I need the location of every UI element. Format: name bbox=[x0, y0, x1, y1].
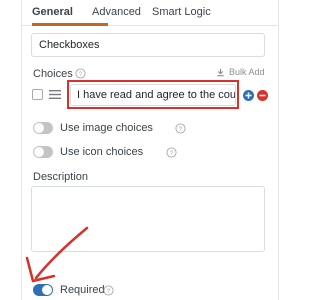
bulk-add-button[interactable]: Bulk Add bbox=[216, 67, 265, 77]
svg-text:?: ? bbox=[107, 288, 111, 295]
remove-choice-button[interactable] bbox=[257, 90, 268, 101]
image-choices-toggle[interactable] bbox=[33, 122, 53, 134]
bulk-add-label: Bulk Add bbox=[229, 67, 265, 77]
field-options-tabs: General Advanced Smart Logic bbox=[22, 0, 278, 26]
svg-text:?: ? bbox=[170, 150, 174, 157]
required-label: Required bbox=[60, 284, 105, 296]
panel-left-edge bbox=[21, 0, 22, 300]
active-tab-indicator bbox=[32, 23, 108, 26]
description-label: Description bbox=[33, 171, 89, 183]
image-choices-help-icon[interactable]: ? bbox=[175, 123, 186, 134]
highlight-annotation-box bbox=[67, 80, 239, 109]
tab-general[interactable]: General bbox=[32, 6, 73, 18]
minus-circle-icon bbox=[259, 94, 266, 97]
panel-right-edge bbox=[278, 0, 279, 300]
drag-handle-icon[interactable] bbox=[49, 89, 61, 100]
required-toggle[interactable] bbox=[33, 284, 53, 296]
tab-advanced[interactable]: Advanced bbox=[92, 6, 141, 18]
description-textarea[interactable] bbox=[31, 186, 265, 252]
field-label-input[interactable]: Checkboxes bbox=[31, 33, 265, 57]
required-help-icon[interactable]: ? bbox=[103, 285, 114, 296]
plus-circle-icon bbox=[245, 92, 252, 99]
download-icon bbox=[217, 68, 224, 76]
choice-default-checkbox[interactable] bbox=[32, 89, 43, 100]
image-choices-label: Use image choices bbox=[60, 122, 153, 134]
choices-label: Choices bbox=[33, 68, 73, 80]
svg-text:?: ? bbox=[179, 126, 183, 133]
add-choice-button[interactable] bbox=[243, 90, 254, 101]
icon-choices-help-icon[interactable]: ? bbox=[166, 147, 177, 158]
choices-help-icon[interactable]: ? bbox=[75, 68, 86, 79]
svg-text:?: ? bbox=[79, 71, 83, 78]
icon-choices-label: Use icon choices bbox=[60, 146, 144, 158]
icon-choices-toggle[interactable] bbox=[33, 146, 53, 158]
tab-smart-logic[interactable]: Smart Logic bbox=[152, 6, 211, 18]
